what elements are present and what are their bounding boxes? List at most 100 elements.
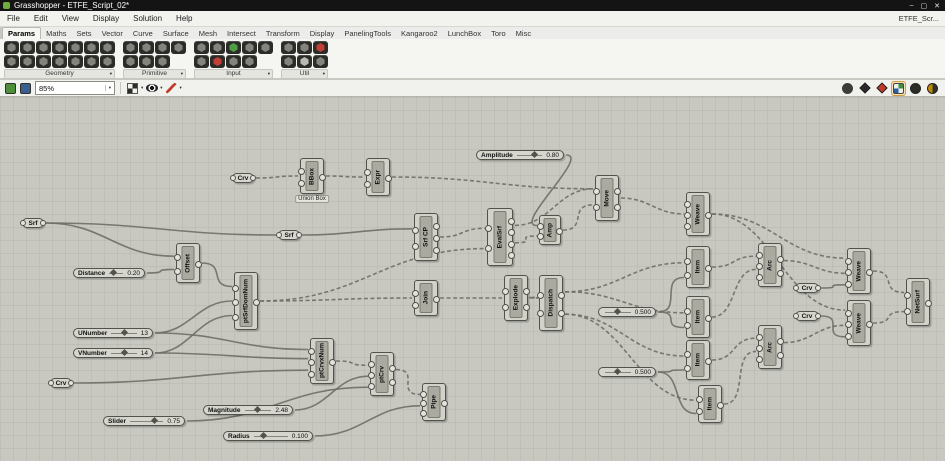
input-port[interactable] bbox=[684, 258, 691, 265]
primitive-param-icon-1-1[interactable] bbox=[123, 41, 138, 54]
input-port[interactable] bbox=[298, 168, 305, 175]
input-port[interactable] bbox=[368, 372, 375, 379]
primitive-param-icon-2-1[interactable] bbox=[123, 55, 138, 68]
output-port[interactable] bbox=[866, 321, 873, 328]
component-join[interactable]: Join bbox=[412, 280, 440, 316]
tab-panelingtools[interactable]: PanelingTools bbox=[339, 28, 396, 39]
output-port[interactable] bbox=[250, 175, 256, 181]
tab-curve[interactable]: Curve bbox=[128, 28, 158, 39]
geometry-param-icon-1-4[interactable] bbox=[52, 41, 67, 54]
primitive-param-icon-2-3[interactable] bbox=[155, 55, 170, 68]
slider-grip[interactable] bbox=[260, 431, 268, 440]
input-port[interactable] bbox=[308, 347, 315, 355]
param-crv[interactable]: Crv bbox=[793, 283, 821, 293]
output-port[interactable] bbox=[558, 291, 565, 299]
output-port[interactable] bbox=[389, 379, 396, 387]
output-port[interactable] bbox=[441, 400, 448, 407]
output-port[interactable] bbox=[556, 228, 563, 235]
param-crv[interactable]: Crv bbox=[230, 173, 256, 183]
input-param-icon-2-2[interactable] bbox=[210, 55, 225, 68]
component-item[interactable]: Item bbox=[684, 340, 712, 380]
input-port[interactable] bbox=[684, 201, 691, 208]
component-move[interactable]: Move bbox=[593, 175, 621, 221]
output-port[interactable] bbox=[614, 203, 621, 211]
output-port[interactable] bbox=[866, 269, 873, 276]
slider-track[interactable] bbox=[253, 431, 288, 440]
util-param-icon-1-2[interactable] bbox=[297, 41, 312, 54]
output-port[interactable] bbox=[433, 247, 440, 254]
input-param-icon-2-3[interactable] bbox=[226, 55, 241, 68]
number-slider-slider[interactable]: Slider 0.75 bbox=[103, 416, 185, 426]
geometry-param-icon-2-4[interactable] bbox=[52, 55, 67, 68]
output-port[interactable] bbox=[319, 174, 326, 181]
component-arc[interactable]: Arc bbox=[756, 243, 784, 287]
slider-track[interactable] bbox=[109, 268, 124, 277]
output-port[interactable] bbox=[705, 315, 712, 322]
sketch-tool-icon[interactable] bbox=[4, 82, 17, 95]
input-port[interactable] bbox=[684, 223, 691, 230]
component-ptcrvxnum[interactable]: ptCrvxNum bbox=[308, 338, 336, 384]
geometry-param-icon-1-2[interactable] bbox=[20, 41, 35, 54]
tab-lunchbox[interactable]: LunchBox bbox=[443, 28, 486, 39]
param-srf[interactable]: Srf bbox=[20, 218, 46, 228]
input-port[interactable] bbox=[232, 299, 239, 306]
tab-misc[interactable]: Misc bbox=[511, 28, 536, 39]
geometry-param-icon-2-5[interactable] bbox=[68, 55, 83, 68]
input-port[interactable] bbox=[308, 370, 315, 378]
input-port[interactable] bbox=[298, 180, 305, 187]
slider-track[interactable] bbox=[605, 367, 631, 376]
ribbon-group-label-geometry[interactable]: Geometry ▾ bbox=[4, 69, 115, 79]
slider-grip[interactable] bbox=[614, 307, 622, 316]
geometry-param-icon-1-5[interactable] bbox=[68, 41, 83, 54]
geometry-param-icon-2-3[interactable] bbox=[36, 55, 51, 68]
input-port[interactable] bbox=[756, 263, 763, 270]
input-port[interactable] bbox=[20, 220, 26, 226]
menu-solution[interactable]: Solution bbox=[126, 11, 169, 26]
component-netsurf[interactable]: NetSurf bbox=[904, 278, 932, 326]
document-selector[interactable]: ETFE_Scr... bbox=[899, 14, 945, 23]
output-port[interactable] bbox=[389, 364, 396, 372]
input-port[interactable] bbox=[412, 227, 419, 234]
slider-grip[interactable] bbox=[150, 416, 158, 425]
geometry-param-icon-2-6[interactable] bbox=[84, 55, 99, 68]
output-port[interactable] bbox=[433, 223, 440, 230]
output-port[interactable] bbox=[296, 232, 302, 238]
minimize-button[interactable]: – bbox=[910, 2, 914, 10]
slider-track[interactable] bbox=[111, 328, 137, 337]
input-param-icon-1-1[interactable] bbox=[194, 41, 209, 54]
input-port[interactable] bbox=[308, 359, 315, 366]
tab-toro[interactable]: Toro bbox=[486, 28, 511, 39]
menu-help[interactable]: Help bbox=[169, 11, 199, 26]
component-weave[interactable]: Weave bbox=[845, 300, 873, 346]
maximize-button[interactable]: ▢ bbox=[921, 2, 928, 10]
input-param-icon-2-1[interactable] bbox=[194, 55, 209, 68]
input-port[interactable] bbox=[485, 225, 492, 233]
component-bbox[interactable]: BBox Union Box bbox=[295, 158, 329, 203]
input-port[interactable] bbox=[537, 291, 544, 299]
primitive-param-icon-1-3[interactable] bbox=[155, 41, 170, 54]
input-port[interactable] bbox=[793, 313, 799, 319]
number-slider-vnumber[interactable]: VNumber 14 bbox=[73, 348, 153, 358]
input-param-icon-1-2[interactable] bbox=[210, 41, 225, 54]
component-item[interactable]: Item bbox=[684, 296, 712, 338]
ribbon-group-label-util[interactable]: Util ▾ bbox=[281, 69, 328, 79]
component-expr[interactable]: Expr bbox=[364, 158, 392, 196]
number-slider-0-500[interactable]: 0.500 bbox=[598, 367, 656, 377]
input-port[interactable] bbox=[684, 212, 691, 219]
util-param-icon-2-1[interactable] bbox=[281, 55, 296, 68]
primitive-param-icon-1-4[interactable] bbox=[171, 41, 186, 54]
param-crv[interactable]: Crv bbox=[48, 378, 74, 388]
input-port[interactable] bbox=[232, 313, 239, 321]
output-port[interactable] bbox=[253, 299, 260, 306]
output-port[interactable] bbox=[777, 352, 784, 360]
output-port[interactable] bbox=[777, 337, 784, 345]
tab-params[interactable]: Params bbox=[2, 27, 42, 39]
tab-surface[interactable]: Surface bbox=[158, 28, 194, 39]
chevron-down-icon[interactable]: ▾ bbox=[160, 85, 162, 91]
geometry-param-icon-2-7[interactable] bbox=[100, 55, 115, 68]
util-param-icon-2-2[interactable] bbox=[297, 55, 312, 68]
param-crv[interactable]: Crv bbox=[793, 311, 821, 321]
preview-shaded-icon[interactable] bbox=[875, 82, 888, 95]
input-port[interactable] bbox=[230, 175, 236, 181]
input-port[interactable] bbox=[420, 390, 427, 398]
